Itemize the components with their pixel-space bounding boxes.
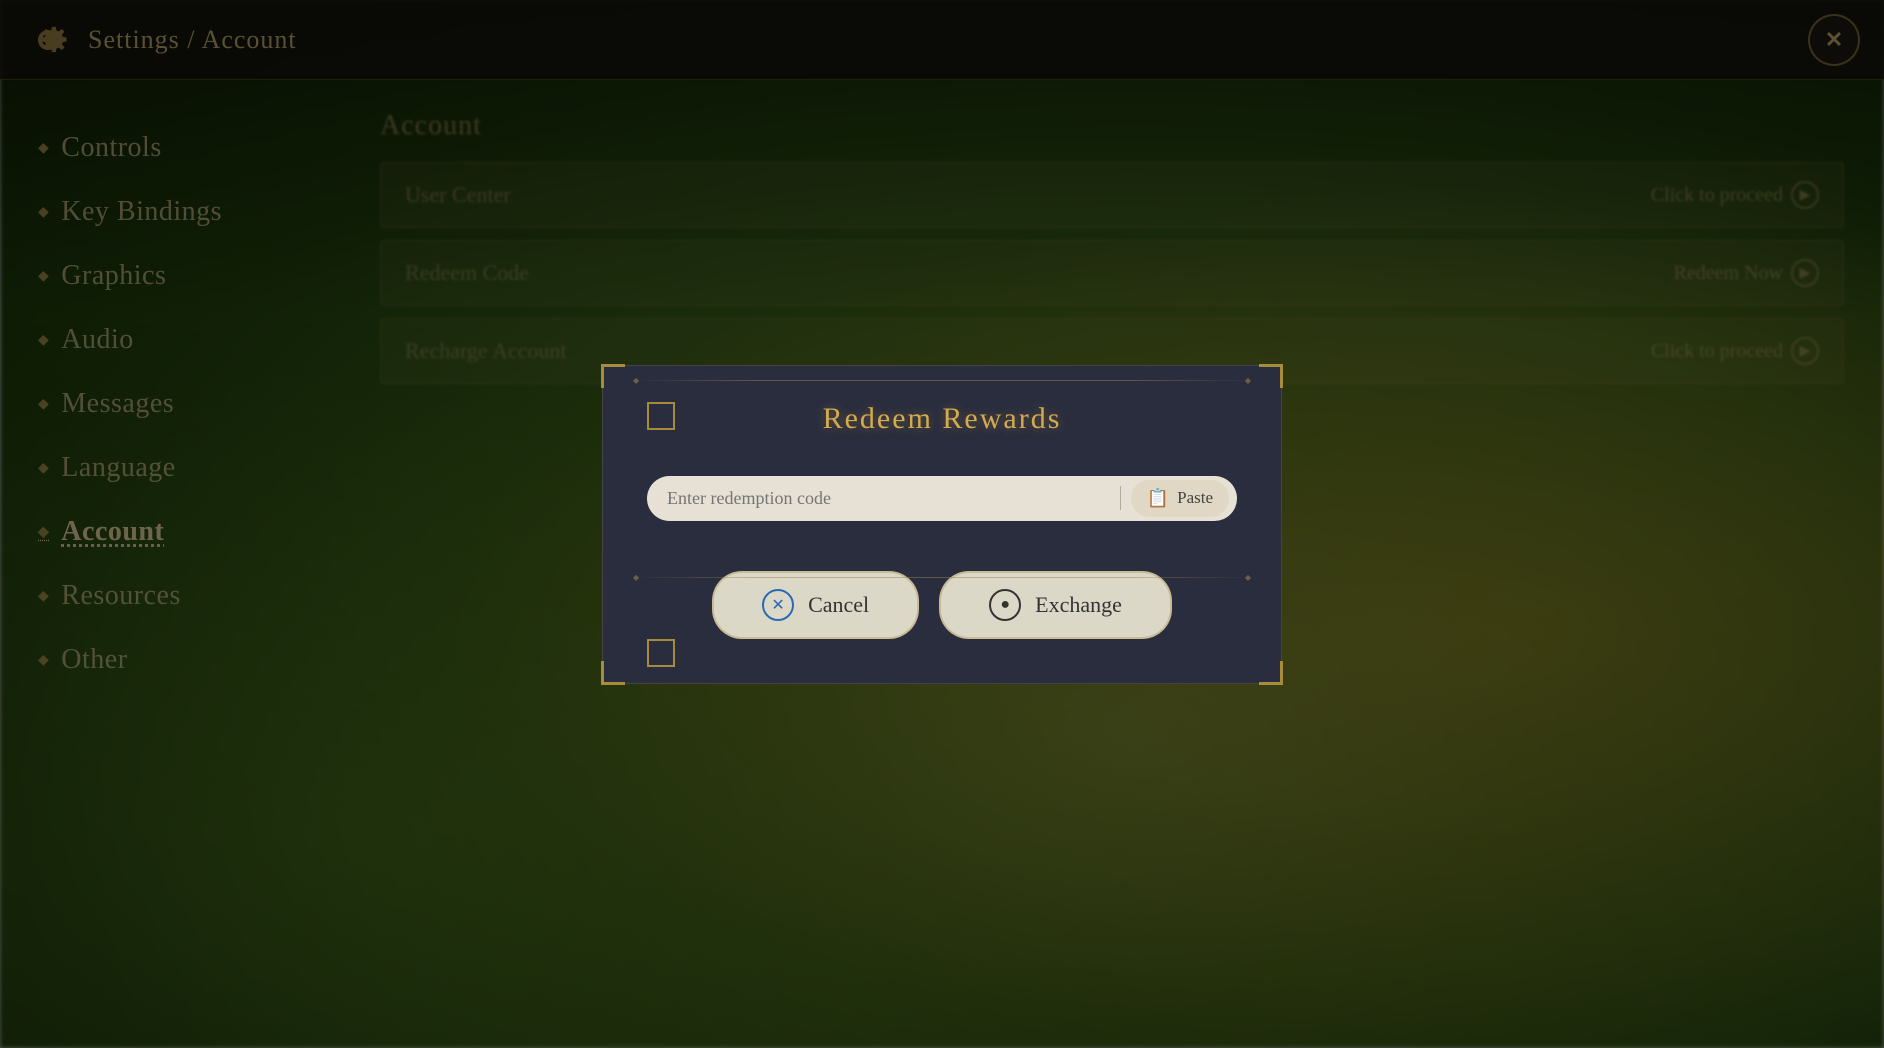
- modal-title: Redeem Rewards: [647, 402, 1237, 436]
- modal-line-bottom: [633, 577, 1251, 578]
- corner-decoration-tr: [1259, 364, 1283, 388]
- exchange-icon-symbol: ●: [1000, 596, 1010, 614]
- exchange-label: Exchange: [1035, 592, 1122, 618]
- cancel-button[interactable]: ✕ Cancel: [712, 571, 919, 639]
- modal-buttons: ✕ Cancel ● Exchange: [647, 571, 1237, 639]
- exchange-icon: ●: [989, 589, 1021, 621]
- redemption-input-wrapper: 📋 Paste: [647, 476, 1237, 521]
- corner-decoration-br: [1259, 661, 1283, 685]
- cancel-icon: ✕: [762, 589, 794, 621]
- paste-button[interactable]: 📋 Paste: [1131, 480, 1229, 517]
- paste-icon: 📋: [1147, 488, 1169, 509]
- modal-overlay: Redeem Rewards 📋 Paste ✕ Cancel: [0, 0, 1884, 1048]
- redeem-rewards-modal: Redeem Rewards 📋 Paste ✕ Cancel: [602, 365, 1282, 684]
- cancel-label: Cancel: [808, 592, 869, 618]
- exchange-button[interactable]: ● Exchange: [939, 571, 1172, 639]
- corner-decoration-bl: [601, 661, 625, 685]
- paste-label: Paste: [1177, 488, 1213, 508]
- input-divider: [1120, 486, 1121, 510]
- redemption-code-input[interactable]: [667, 488, 1110, 509]
- corner-decoration-tl: [601, 364, 625, 388]
- modal-line-top: [633, 380, 1251, 381]
